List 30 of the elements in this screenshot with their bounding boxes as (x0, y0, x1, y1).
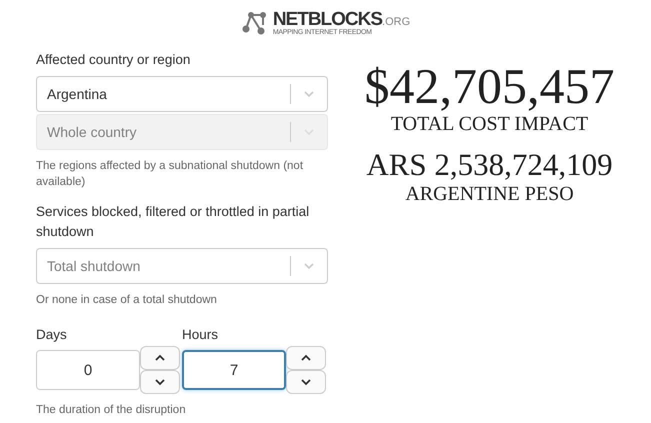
cost-amount: ARS 2,538,724,109 (366, 148, 613, 182)
chevron-down-icon (154, 378, 166, 386)
decrement-button[interactable] (286, 370, 326, 394)
number-field[interactable]: 0 (36, 350, 140, 390)
chevron-down-icon (300, 378, 312, 386)
dropdown[interactable]: Argentina (36, 76, 328, 112)
chevron-down-icon (303, 90, 315, 98)
increment-button[interactable] (140, 346, 180, 370)
field-label: Hours (182, 326, 220, 344)
dropdown-value: Argentina (46, 84, 108, 104)
chevron-up-icon (154, 354, 166, 362)
number-field[interactable]: 7 (182, 350, 286, 390)
field-label: Affected country or region (36, 51, 192, 69)
decrement-button[interactable] (140, 370, 180, 394)
logo-suffix: .ORG (382, 16, 410, 28)
help-text: The duration of the disruption (36, 403, 187, 418)
chevron-down-icon (303, 262, 315, 270)
cost-caption: ARGENTINE PESO (405, 182, 574, 206)
help-text: Or none in case of a total shutdown (36, 293, 218, 308)
increment-button[interactable] (286, 346, 326, 370)
dropdown-value: Whole country (46, 122, 138, 142)
chevron-up-icon (300, 354, 312, 362)
logo-name: NETBLOCKS (272, 10, 382, 28)
help-text: The regions affected by a subnational shutdown (not available) (36, 159, 304, 190)
dropdown[interactable]: Total shutdown (36, 248, 328, 284)
cost-caption: TOTAL COST IMPACT (390, 112, 588, 136)
field-label: Days (36, 326, 68, 344)
dropdown-placeholder: Total shutdown (46, 256, 142, 276)
field-label: Services blocked, filtered or throttled in partial shutdown (36, 203, 310, 241)
cost-amount: $42,705,457 (364, 60, 614, 112)
